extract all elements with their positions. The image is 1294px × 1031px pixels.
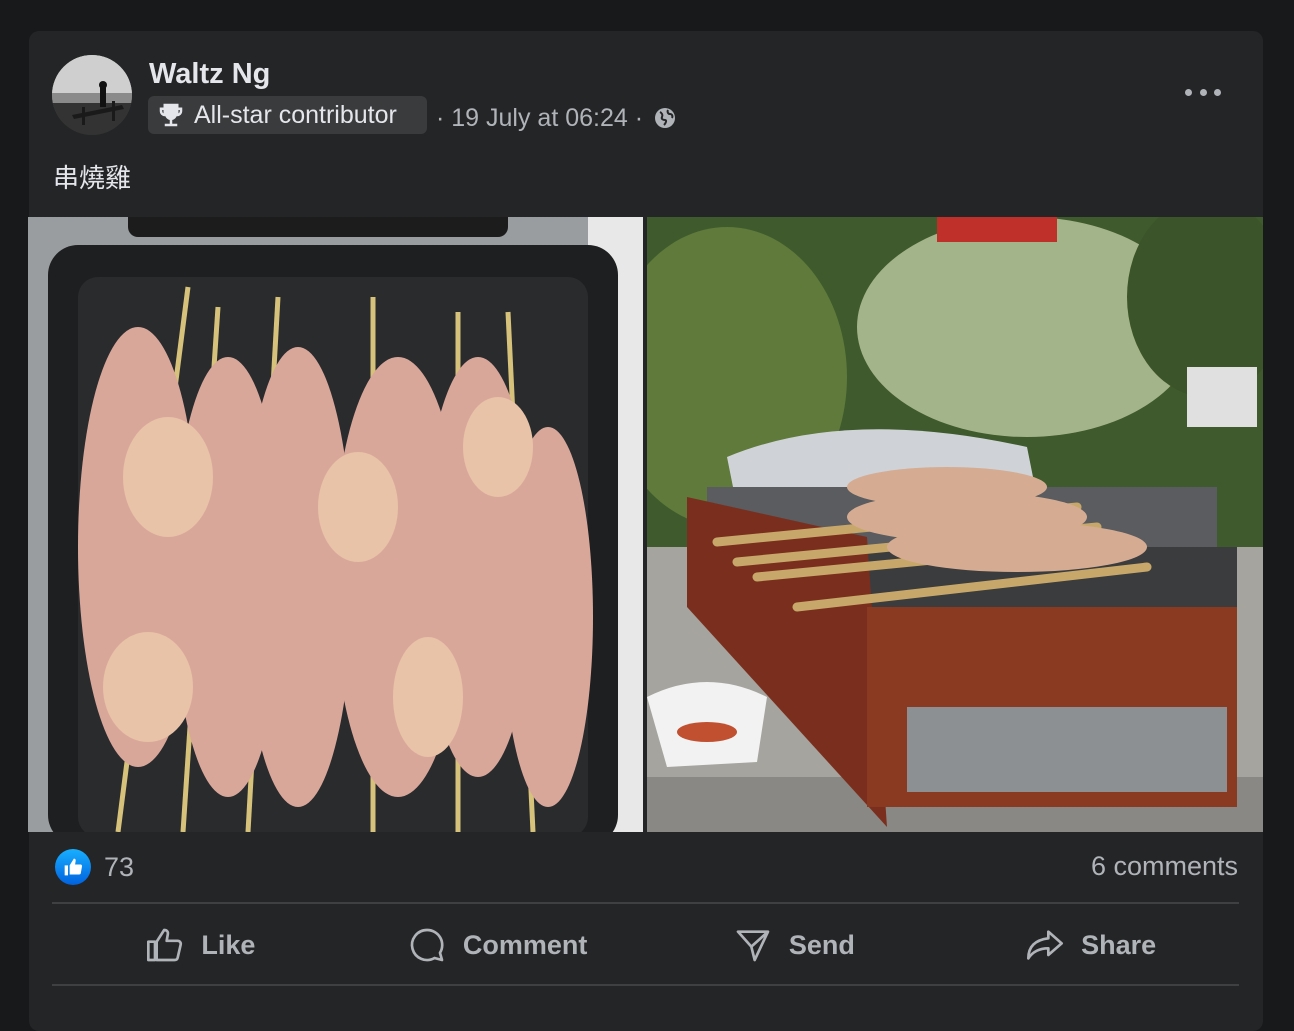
badge-label: All-star contributor (194, 100, 397, 129)
reaction-summary[interactable]: 73 (55, 849, 134, 885)
share-button[interactable]: Share (942, 912, 1239, 978)
author-name[interactable]: Waltz Ng (149, 58, 270, 91)
photo-image (28, 217, 643, 832)
post-text: 串燒雞 (53, 163, 132, 193)
like-count: 73 (104, 851, 135, 882)
divider (52, 984, 1239, 986)
thumbs-up-icon (64, 858, 83, 876)
dot (1199, 88, 1207, 96)
trophy-icon (159, 103, 183, 127)
like-button[interactable]: Like (52, 912, 349, 978)
contributor-badge[interactable]: All-star contributor (148, 96, 427, 134)
more-options-icon[interactable] (1185, 86, 1221, 98)
comment-label: Comment (462, 929, 588, 960)
send-button[interactable]: Send (646, 912, 943, 978)
photo-grill-garden[interactable] (647, 217, 1263, 832)
action-bar: Like Comment Send Share (52, 912, 1239, 978)
comments-count[interactable]: 6 comments (1091, 851, 1238, 882)
share-label: Share (1081, 929, 1157, 960)
photo-image (647, 217, 1263, 832)
avatar-image (52, 55, 132, 135)
avatar[interactable] (52, 55, 132, 135)
photo-skewers-tray[interactable] (28, 217, 643, 832)
thumbs-up-icon (147, 928, 183, 962)
comment-button[interactable]: Comment (349, 912, 646, 978)
share-arrow-icon (1027, 930, 1064, 960)
send-icon (736, 930, 770, 962)
timestamp[interactable]: · 19 July at 06:24 · (436, 104, 643, 133)
like-label: Like (201, 929, 256, 960)
like-reaction-icon (55, 849, 91, 885)
divider (52, 902, 1239, 904)
dot (1185, 88, 1192, 96)
comment-bubble-icon (410, 928, 444, 962)
post-meta: · 19 July at 06:24 · (436, 100, 677, 136)
send-label: Send (788, 929, 855, 960)
dot (1214, 88, 1221, 96)
globe-icon[interactable] (653, 106, 677, 130)
